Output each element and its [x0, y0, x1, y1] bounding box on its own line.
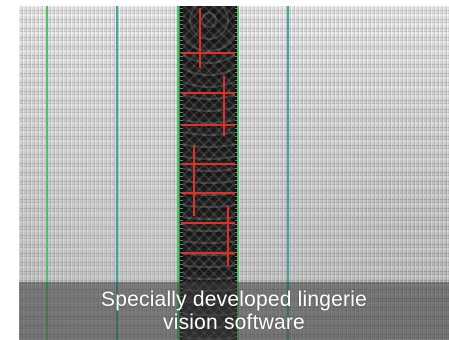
detection-marker [193, 146, 195, 216]
detection-marker [227, 206, 229, 266]
detection-marker [223, 76, 225, 136]
detection-marker [181, 124, 235, 126]
detection-marker [199, 8, 201, 68]
vision-screen: Specially developed lingerie vision soft… [19, 6, 449, 340]
detection-marker [181, 163, 235, 165]
detection-marker [181, 192, 235, 194]
caption-line-1: Specially developed lingerie [101, 288, 367, 311]
caption-overlay: Specially developed lingerie vision soft… [19, 282, 449, 340]
detection-marker [181, 92, 235, 94]
detection-marker [181, 52, 235, 54]
caption-line-2: vision software [163, 311, 305, 334]
